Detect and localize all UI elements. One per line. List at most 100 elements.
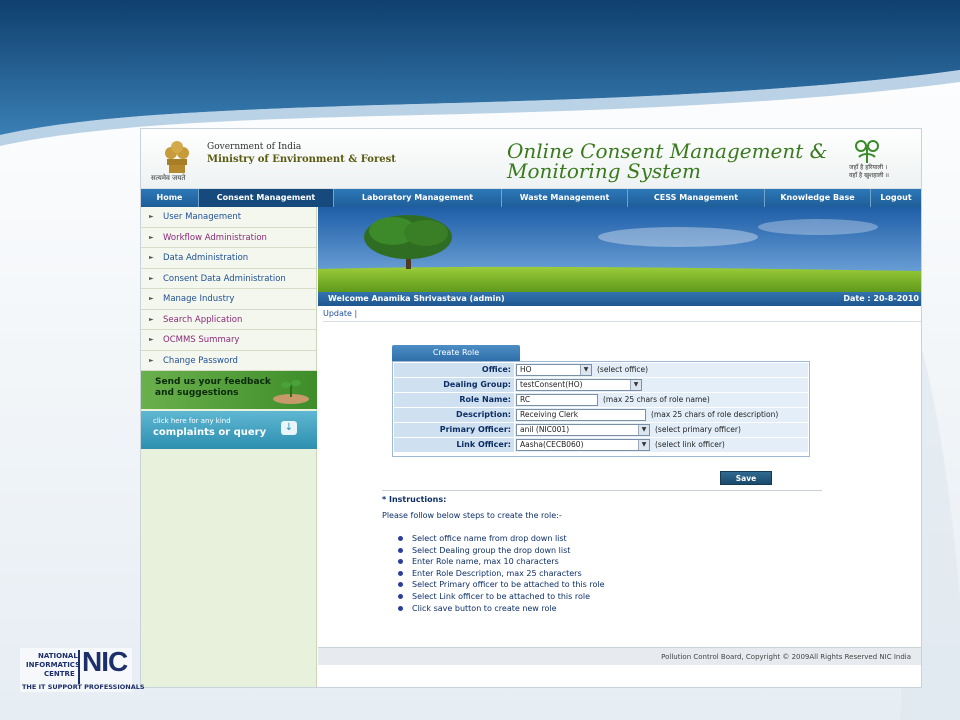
role-name-label: Role Name: bbox=[394, 393, 514, 407]
step-text: Click save button to create new role bbox=[412, 603, 557, 613]
sidebar-item-data-administration[interactable]: ► Data Administration bbox=[141, 248, 316, 269]
arrow-right-icon: ► bbox=[149, 336, 154, 343]
step-text: Select Link officer to be attached to th… bbox=[412, 591, 591, 601]
divider bbox=[323, 321, 921, 322]
sidebar-item-label: OCMMS Summary bbox=[163, 335, 240, 345]
dealing-group-row: Dealing Group: testConsent(HO) ▼ bbox=[394, 378, 808, 392]
chevron-down-icon: ▼ bbox=[638, 425, 649, 435]
sidebar-item-user-management[interactable]: ► User Management bbox=[141, 207, 316, 228]
sidebar-item-workflow-administration[interactable]: ► Workflow Administration bbox=[141, 227, 316, 248]
save-button[interactable]: Save bbox=[720, 471, 772, 485]
tab-create-role[interactable]: Create Role bbox=[392, 345, 520, 361]
nav-cess-management[interactable]: CESS Management bbox=[628, 189, 765, 207]
step-text: Select Dealing group the drop down list bbox=[412, 545, 571, 555]
nic-logo-line-1: NATIONAL bbox=[38, 652, 78, 660]
date-text: Date : 20-8-2010 bbox=[843, 294, 919, 303]
site-footer: Pollution Control Board, Copyright © 200… bbox=[318, 647, 921, 665]
primary-officer-cell: anil (NIC001) ▼ (select primary officer) bbox=[515, 423, 808, 437]
link-officer-select-value: Aasha(CECB060) bbox=[520, 440, 584, 449]
step-text: Enter Role name, max 10 characters bbox=[412, 557, 559, 567]
welcome-bar: Welcome Anamika Shrivastava (admin) Date… bbox=[318, 292, 921, 306]
list-item: Click save button to create new role bbox=[396, 603, 605, 615]
nav-logout[interactable]: Logout bbox=[871, 189, 921, 207]
list-item: Select office name from drop down list bbox=[396, 533, 605, 545]
footer-copyright: Pollution Control Board, Copyright © 200… bbox=[661, 653, 911, 661]
slide: सत्यमेव जयते Government of India Ministr… bbox=[0, 0, 960, 720]
arrow-right-icon: ► bbox=[149, 233, 154, 241]
main-nav: Home Consent Management Laboratory Manag… bbox=[141, 189, 921, 207]
down-arrow-icon: ↓ bbox=[281, 421, 297, 435]
nav-consent-management[interactable]: Consent Management bbox=[199, 189, 334, 207]
welcome-text: Welcome Anamika Shrivastava (admin) bbox=[328, 294, 505, 303]
primary-officer-label: Primary Officer: bbox=[394, 423, 514, 437]
sidebar-item-consent-data-administration[interactable]: ► Consent Data Administration bbox=[141, 268, 316, 289]
sidebar-item-search-application[interactable]: ► Search Application bbox=[141, 309, 316, 330]
nav-waste-management[interactable]: Waste Management bbox=[502, 189, 628, 207]
create-role-form: Office: HO ▼ (select office) Dealing Gro… bbox=[392, 361, 810, 457]
sidebar-item-label: Change Password bbox=[163, 355, 238, 366]
list-item: Enter Role Description, max 25 character… bbox=[396, 568, 605, 580]
nic-logo-tagline: THE IT SUPPORT PROFESSIONALS bbox=[22, 683, 145, 691]
office-label: Office: bbox=[394, 363, 514, 377]
browser-window: सत्यमेव जयते Government of India Ministr… bbox=[140, 128, 922, 688]
instructions-list: Select office name from drop down list S… bbox=[396, 533, 605, 614]
app-title-line-2: Monitoring System bbox=[507, 159, 701, 183]
chevron-down-icon: ▼ bbox=[638, 440, 649, 450]
nic-logo-wordmark: NIC bbox=[82, 646, 128, 677]
chevron-down-icon: ▼ bbox=[630, 380, 641, 390]
primary-officer-hint: (select primary officer) bbox=[655, 425, 741, 434]
description-row: Description: Receiving Clerk (max 25 cha… bbox=[394, 408, 808, 422]
instructions-intro: Please follow below steps to create the … bbox=[382, 511, 562, 520]
sidebar-item-label: Workflow Administration bbox=[163, 232, 267, 243]
tree-logo-icon bbox=[855, 140, 879, 163]
office-select-value: HO bbox=[520, 365, 532, 374]
dealing-group-cell: testConsent(HO) ▼ bbox=[515, 378, 808, 392]
feedback-banner[interactable]: Send us your feedback and suggestions bbox=[141, 371, 317, 409]
link-officer-label: Link Officer: bbox=[394, 438, 514, 452]
bullet-icon bbox=[398, 570, 403, 576]
arrow-right-icon: ► bbox=[149, 213, 154, 220]
nav-home[interactable]: Home bbox=[141, 189, 199, 207]
sidebar-item-label: Consent Data Administration bbox=[163, 273, 286, 284]
instructions-divider bbox=[382, 490, 822, 491]
sidebar-item-ocmms-summary[interactable]: ► OCMMS Summary bbox=[141, 330, 316, 351]
arrow-right-icon: ► bbox=[149, 356, 154, 364]
nav-knowledge-base[interactable]: Knowledge Base bbox=[765, 189, 871, 207]
complaint-text-2: complaints or query bbox=[153, 427, 267, 438]
office-select[interactable]: HO ▼ bbox=[516, 364, 592, 376]
emblem-motto: सत्यमेव जयते bbox=[151, 174, 186, 182]
role-name-input[interactable]: RC bbox=[516, 394, 598, 406]
bullet-icon bbox=[398, 593, 403, 599]
bullet-icon bbox=[398, 536, 403, 541]
role-name-row: Role Name: RC (max 25 chars of role name… bbox=[394, 393, 808, 407]
list-item: Select Link officer to be attached to th… bbox=[396, 591, 605, 603]
sidebar-item-manage-industry[interactable]: ► Manage Industry bbox=[141, 289, 316, 310]
step-text: Select office name from drop down list bbox=[412, 534, 567, 543]
bullet-icon bbox=[398, 559, 403, 565]
arrow-right-icon: ► bbox=[149, 295, 154, 302]
hands-plant-icon bbox=[273, 380, 309, 404]
dealing-group-label: Dealing Group: bbox=[394, 378, 514, 392]
sidebar-item-change-password[interactable]: ► Change Password bbox=[141, 350, 316, 371]
sidebar-item-label: User Management bbox=[163, 212, 242, 222]
instructions-title: * Instructions: bbox=[382, 495, 447, 504]
office-hint: (select office) bbox=[597, 365, 649, 374]
government-label: Government of India bbox=[207, 142, 302, 152]
link-officer-select[interactable]: Aasha(CECB060) ▼ bbox=[516, 439, 650, 451]
step-text: Enter Role Description, max 25 character… bbox=[412, 568, 582, 578]
update-link[interactable]: Update | bbox=[323, 309, 357, 318]
sidebar-item-label: Manage Industry bbox=[163, 294, 235, 304]
nav-laboratory-management[interactable]: Laboratory Management bbox=[334, 189, 502, 207]
site-header: सत्यमेव जयते Government of India Ministr… bbox=[141, 129, 921, 189]
tree-logo-caption-1: जहाँ है हरियाली । bbox=[849, 164, 888, 171]
dealing-group-select[interactable]: testConsent(HO) ▼ bbox=[516, 379, 642, 391]
description-label: Description: bbox=[394, 408, 514, 422]
bullet-icon bbox=[398, 582, 403, 588]
description-hint: (max 25 chars of role description) bbox=[651, 410, 779, 419]
complaint-banner[interactable]: click here for any kind complaints or qu… bbox=[141, 411, 317, 449]
primary-officer-select[interactable]: anil (NIC001) ▼ bbox=[516, 424, 650, 436]
complaint-text-1: click here for any kind bbox=[153, 417, 231, 425]
list-item: Select Primary officer to be attached to… bbox=[396, 579, 605, 591]
description-input[interactable]: Receiving Clerk bbox=[516, 409, 646, 421]
description-cell: Receiving Clerk (max 25 chars of role de… bbox=[515, 408, 808, 422]
